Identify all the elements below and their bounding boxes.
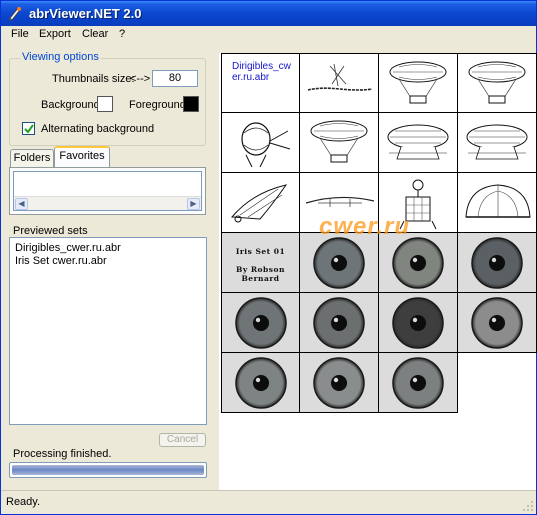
thumbnail-cell[interactable] [221, 353, 300, 413]
iris-brush-icon [313, 237, 365, 289]
checkmark-icon [24, 124, 34, 134]
thumbnail-cell[interactable] [458, 293, 537, 353]
thumbnail-cell[interactable] [300, 53, 379, 113]
dome-airship-icon [465, 184, 531, 218]
viewing-options-legend: Viewing options [20, 51, 101, 63]
status-text: Ready. [6, 496, 41, 508]
iris-set-title: Iris Set 01 [235, 247, 286, 256]
background-label: Background: [41, 99, 103, 111]
thumbnail-cell[interactable] [300, 353, 379, 413]
favorites-list[interactable]: ◀ ▶ [13, 171, 202, 211]
menu-clear[interactable]: Clear [80, 28, 110, 40]
progress-fill [12, 465, 204, 475]
thumbnail-cell[interactable] [458, 233, 537, 293]
app-icon [7, 5, 23, 21]
previewed-sets-label: Previewed sets [13, 225, 88, 237]
iris-brush-icon [313, 357, 365, 409]
list-item[interactable]: Iris Set cwer.ru.abr [15, 255, 107, 267]
menu-help[interactable]: ? [117, 28, 127, 40]
status-bar: Ready. [1, 490, 536, 514]
thumbnail-cell[interactable] [379, 233, 458, 293]
iris-brush-icon [471, 297, 523, 349]
thumbnail-grid[interactable]: Dirigibles_cwer.ru.abr Iris Set 01 By Robs… [219, 53, 537, 493]
iris-set-author: By Robson Bernard [236, 265, 285, 283]
window-title: abrViewer.NET 2.0 [29, 6, 142, 21]
zeppelin-icon [387, 124, 449, 160]
thumbnail-cell[interactable]: Dirigibles_cwer.ru.abr [221, 53, 300, 113]
thumbnail-cell[interactable]: Iris Set 01 By Robson Bernard [221, 233, 300, 293]
thumbnail-cell[interactable] [300, 113, 379, 173]
app-window: abrViewer.NET 2.0 File Export Clear ? Vi… [0, 0, 537, 515]
previewed-sets-list[interactable]: Dirigibles_cwer.ru.abr Iris Set cwer.ru.… [9, 237, 207, 425]
iris-brush-icon [235, 297, 287, 349]
processing-status-text: Processing finished. [13, 448, 112, 460]
thumbnail-cell[interactable] [379, 353, 458, 413]
iris-brush-icon [313, 297, 365, 349]
iris-brush-icon [471, 237, 523, 289]
scribble-text-icon [307, 63, 373, 91]
menu-bar: File Export Clear ? [1, 26, 536, 45]
thumbnail-cell[interactable] [458, 173, 537, 233]
iris-brush-icon [392, 357, 444, 409]
thumbnail-cell[interactable] [379, 113, 458, 173]
zeppelin-icon [466, 124, 528, 160]
thumbnail-cell[interactable] [379, 53, 458, 113]
balloon-airship-icon [310, 120, 368, 163]
alternating-background-label[interactable]: Alternating background [41, 123, 154, 135]
thumbnail-cell[interactable] [458, 113, 537, 173]
thumbnail-cell[interactable] [221, 293, 300, 353]
list-item[interactable]: Dirigibles_cwer.ru.abr [15, 242, 121, 254]
thumbnail-cell[interactable] [221, 113, 300, 173]
foreground-color-swatch[interactable] [183, 96, 199, 112]
iris-brush-icon [392, 237, 444, 289]
progress-bar [9, 462, 207, 478]
thumbnails-size-label: Thumbnails size: [52, 73, 135, 85]
thumbnail-cell[interactable] [221, 173, 300, 233]
alternating-background-checkbox[interactable] [22, 122, 35, 135]
thumbnails-arrow-label: <--> [130, 73, 151, 85]
winged-ship-icon [230, 184, 288, 223]
menu-file[interactable]: File [9, 28, 31, 40]
scroll-right-icon[interactable]: ▶ [187, 198, 200, 210]
horizontal-scrollbar[interactable]: ◀ ▶ [14, 196, 201, 210]
set-name-caption: Dirigibles_cwer.ru.abr [232, 61, 291, 83]
title-bar[interactable]: abrViewer.NET 2.0 [1, 1, 536, 26]
menu-export[interactable]: Export [37, 28, 73, 40]
thumbnail-cell[interactable] [458, 53, 537, 113]
thumbnail-cell[interactable] [379, 293, 458, 353]
thumbnails-size-input[interactable]: 80 [152, 70, 198, 87]
thumbnail-cell[interactable] [300, 233, 379, 293]
viewing-options-group: Viewing options Thumbnails size: <--> 80… [9, 51, 206, 146]
resize-grip-icon[interactable] [522, 500, 534, 512]
foreground-label: Foreground: [129, 99, 189, 111]
scroll-left-icon[interactable]: ◀ [15, 198, 28, 210]
iris-brush-icon [392, 297, 444, 349]
ornate-machine-icon [241, 122, 291, 168]
balloon-airship-icon [468, 61, 526, 104]
favorites-panel: ◀ ▶ [9, 167, 206, 215]
background-color-swatch[interactable] [97, 96, 113, 112]
tab-folders[interactable]: Folders [10, 149, 54, 167]
balloon-airship-icon [389, 61, 447, 104]
watermark-text: cwer.ru [319, 213, 411, 240]
thumbnail-cell[interactable] [300, 293, 379, 353]
tab-favorites[interactable]: Favorites [54, 146, 110, 167]
cancel-button[interactable]: Cancel [159, 433, 206, 447]
iris-brush-icon [235, 357, 287, 409]
